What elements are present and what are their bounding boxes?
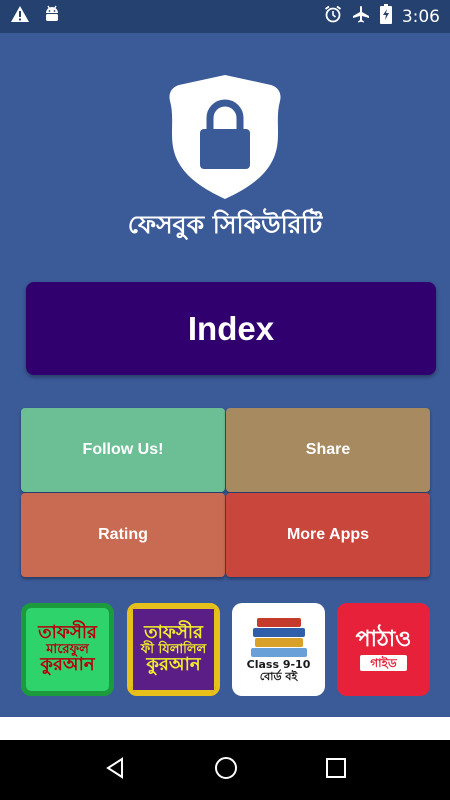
bottom-strip xyxy=(0,717,450,740)
clock: 3:06 xyxy=(401,6,440,27)
promo-app-tafsir-maareful[interactable]: তাফসীর মারেফুল কুরআন xyxy=(21,603,114,696)
status-bar: 3:06 xyxy=(0,0,450,33)
index-button[interactable]: Index xyxy=(26,282,436,375)
promo-app-tafsir-fi-zilal[interactable]: তাফসীর ফী যিলালিল কুরআন xyxy=(127,603,220,696)
android-icon xyxy=(44,5,60,28)
promo-app-line: বোর্ড বই xyxy=(259,669,298,683)
battery-charging-icon xyxy=(379,4,392,29)
follow-us-button[interactable]: Follow Us! xyxy=(21,408,225,492)
home-icon[interactable] xyxy=(214,756,238,785)
promo-app-line: গাইড xyxy=(360,654,407,672)
more-apps-button[interactable]: More Apps xyxy=(226,493,430,577)
recents-icon[interactable] xyxy=(326,757,346,783)
rating-button[interactable]: Rating xyxy=(21,493,225,577)
app-title: ফেসবুক সিকিউরিটি xyxy=(127,210,323,239)
promo-app-line: তাফসীর xyxy=(144,621,203,643)
promo-app-pathao-guide[interactable]: পাঠাও গাইড xyxy=(337,603,430,696)
promo-app-class-9-10-books[interactable]: Class 9-10 বোর্ড বই xyxy=(232,603,325,696)
navigation-bar xyxy=(0,740,450,800)
promo-app-line: পাঠাও xyxy=(355,626,412,652)
books-icon xyxy=(250,617,307,657)
promo-app-line: কুরআন xyxy=(40,654,95,676)
promo-app-line: কুরআন xyxy=(146,654,201,676)
app-header: ফেসবুক সিকিউরিটি xyxy=(0,33,450,268)
warning-icon xyxy=(10,5,30,28)
promo-app-line: তাফসীর xyxy=(38,621,97,643)
promo-app-line: Class 9-10 xyxy=(246,657,311,671)
airplane-icon xyxy=(352,5,370,28)
shield-lock-icon xyxy=(166,73,284,201)
alarm-icon xyxy=(324,5,342,28)
share-button[interactable]: Share xyxy=(226,408,430,492)
back-icon[interactable] xyxy=(104,756,126,784)
